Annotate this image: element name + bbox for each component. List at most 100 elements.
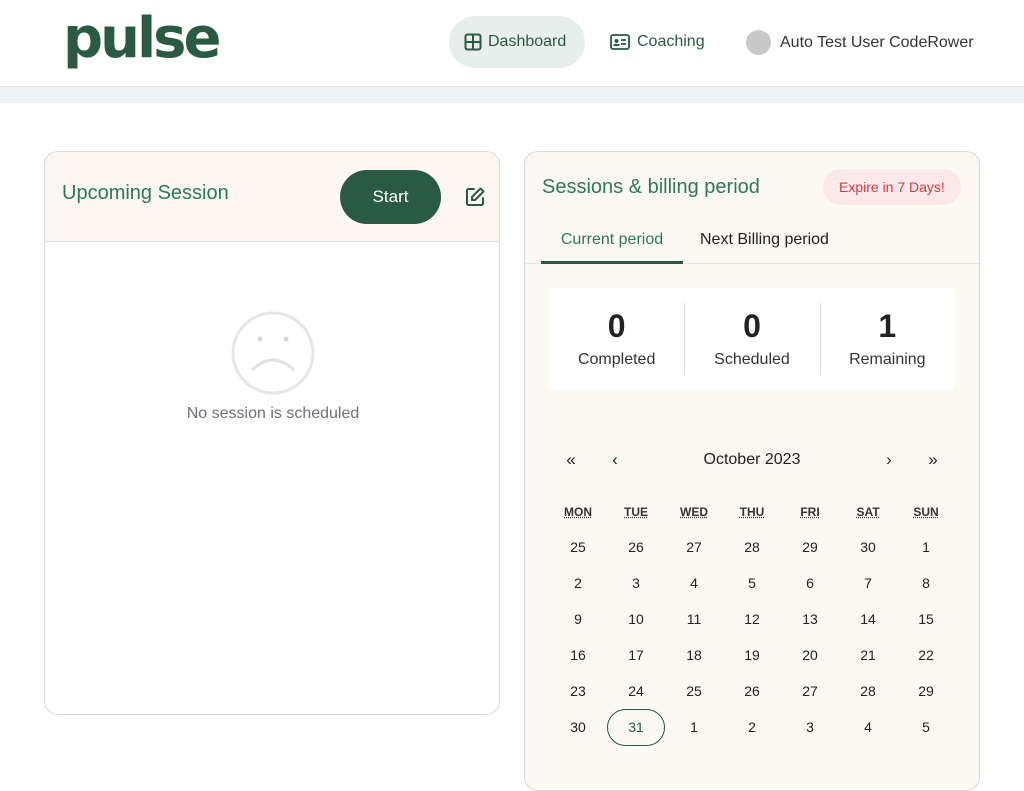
calendar-day-number: 4 [690, 575, 698, 591]
calendar-day[interactable]: 17 [607, 637, 665, 673]
weekday-label: FRI [800, 505, 820, 519]
calendar-day[interactable]: 11 [665, 601, 723, 637]
calendar-day-number: 19 [744, 647, 760, 663]
calendar-day-number: 24 [628, 683, 644, 699]
calendar-day[interactable]: 27 [665, 529, 723, 565]
stat-remaining-value: 1 [878, 308, 897, 344]
stat-completed-label: Completed [577, 351, 656, 368]
calendar-day-number: 26 [628, 539, 644, 555]
sad-face-icon [231, 311, 315, 395]
calendar-day[interactable]: 6 [781, 565, 839, 601]
calendar-day[interactable]: 3 [607, 565, 665, 601]
calendar-day[interactable]: 12 [723, 601, 781, 637]
weekday-label: WED [680, 505, 708, 519]
calendar-day[interactable]: 28 [839, 673, 897, 709]
calendar-day[interactable]: 1 [665, 709, 723, 745]
calendar-day-number: 3 [632, 575, 640, 591]
sessions-billing-title: Sessions & billing period [542, 176, 760, 198]
expire-badge: Expire in 7 Days! [823, 169, 961, 205]
calendar-day[interactable]: 2 [723, 709, 781, 745]
calendar-day[interactable]: 26 [723, 673, 781, 709]
calendar-day[interactable]: 29 [781, 529, 839, 565]
calendar-day-today[interactable]: 31 [607, 708, 665, 746]
nav-coaching[interactable]: Coaching [594, 16, 720, 68]
header-divider-strip [0, 87, 1024, 103]
calendar-day-number: 2 [574, 575, 582, 591]
calendar-weekdays: MON TUE WED THU FRI SAT SUN [549, 505, 955, 519]
prev-month-button[interactable]: ‹ [593, 445, 637, 475]
next-year-button[interactable]: » [911, 445, 955, 475]
prev-year-button[interactable]: « [549, 445, 593, 475]
tab-next-billing-period[interactable]: Next Billing period [700, 231, 829, 264]
calendar-day[interactable]: 9 [549, 601, 607, 637]
calendar-day-number: 28 [744, 539, 760, 555]
calendar-day[interactable]: 10 [607, 601, 665, 637]
weekday-label: THU [739, 505, 765, 519]
calendar-day[interactable]: 7 [839, 565, 897, 601]
stat-remaining: 1 Remaining [819, 288, 955, 391]
pulse-logo[interactable]: pulse [63, 6, 221, 72]
calendar-day-number: 1 [922, 539, 930, 555]
calendar-day[interactable]: 20 [781, 637, 839, 673]
calendar-day-number: 22 [918, 647, 934, 663]
calendar-day-number: 17 [628, 647, 644, 663]
upcoming-session-header: Upcoming Session Start [45, 152, 499, 242]
user-menu[interactable]: Auto Test User CodeRower [746, 30, 974, 55]
calendar-day[interactable]: 24 [607, 673, 665, 709]
calendar-day[interactable]: 16 [549, 637, 607, 673]
tab-current-period[interactable]: Current period [541, 231, 683, 264]
calendar-day[interactable]: 3 [781, 709, 839, 745]
next-month-button[interactable]: › [867, 445, 911, 475]
edit-icon[interactable] [464, 186, 486, 208]
billing-tabs: Current period Next Billing period [525, 225, 979, 264]
stat-scheduled-value: 0 [743, 308, 761, 344]
calendar-day[interactable]: 28 [723, 529, 781, 565]
calendar-day[interactable]: 8 [897, 565, 955, 601]
calendar-day[interactable]: 26 [607, 529, 665, 565]
calendar-day[interactable]: 21 [839, 637, 897, 673]
calendar-day[interactable]: 25 [665, 673, 723, 709]
calendar-day[interactable]: 14 [839, 601, 897, 637]
nav-dashboard-label: Dashboard [488, 33, 567, 50]
calendar-month-label[interactable]: October 2023 [649, 445, 855, 475]
calendar-day[interactable]: 29 [897, 673, 955, 709]
calendar-day[interactable]: 22 [897, 637, 955, 673]
calendar-day[interactable]: 23 [549, 673, 607, 709]
calendar-day-number: 5 [922, 719, 930, 735]
calendar-day-number: 31 [607, 708, 665, 746]
calendar-day-number: 29 [918, 683, 934, 699]
calendar-day-number: 2 [748, 719, 756, 735]
calendar-day[interactable]: 13 [781, 601, 839, 637]
calendar-day[interactable]: 2 [549, 565, 607, 601]
calendar-day[interactable]: 30 [839, 529, 897, 565]
calendar-day[interactable]: 4 [839, 709, 897, 745]
calendar-day-number: 12 [744, 611, 760, 627]
stat-completed-value: 0 [607, 308, 626, 344]
calendar-day-number: 20 [802, 647, 818, 663]
top-header: pulse Dashboard Coaching Auto Test User … [0, 0, 1024, 87]
calendar-day[interactable]: 25 [549, 529, 607, 565]
calendar-day[interactable]: 4 [665, 565, 723, 601]
calendar-day[interactable]: 18 [665, 637, 723, 673]
weekday-label: SUN [913, 505, 939, 519]
nav-dashboard[interactable]: Dashboard [449, 16, 585, 68]
calendar-day[interactable]: 27 [781, 673, 839, 709]
user-name: Auto Test User CodeRower [780, 33, 974, 51]
calendar-day[interactable]: 19 [723, 637, 781, 673]
calendar-day-number: 3 [806, 719, 814, 735]
weekday-label: TUE [624, 505, 648, 519]
calendar-day[interactable]: 30 [549, 709, 607, 745]
calendar-day[interactable]: 15 [897, 601, 955, 637]
calendar-days-grid: 25 26 27 28 29 30 1 2 3 4 5 6 7 8 9 10 11 12 13 14 15 16 17 18 1… [549, 529, 955, 746]
calendar-day[interactable]: 5 [723, 565, 781, 601]
calendar-day-number: 14 [860, 611, 876, 627]
upcoming-session-title: Upcoming Session [62, 182, 229, 204]
calendar-day-number: 16 [570, 647, 586, 663]
avatar [746, 30, 771, 55]
start-button[interactable]: Start [340, 170, 441, 224]
calendar-day-number: 11 [686, 611, 702, 627]
stat-remaining-label: Remaining [849, 351, 926, 368]
calendar-day[interactable]: 1 [897, 529, 955, 565]
calendar-day-number: 8 [922, 575, 930, 591]
calendar-day[interactable]: 5 [897, 709, 955, 745]
